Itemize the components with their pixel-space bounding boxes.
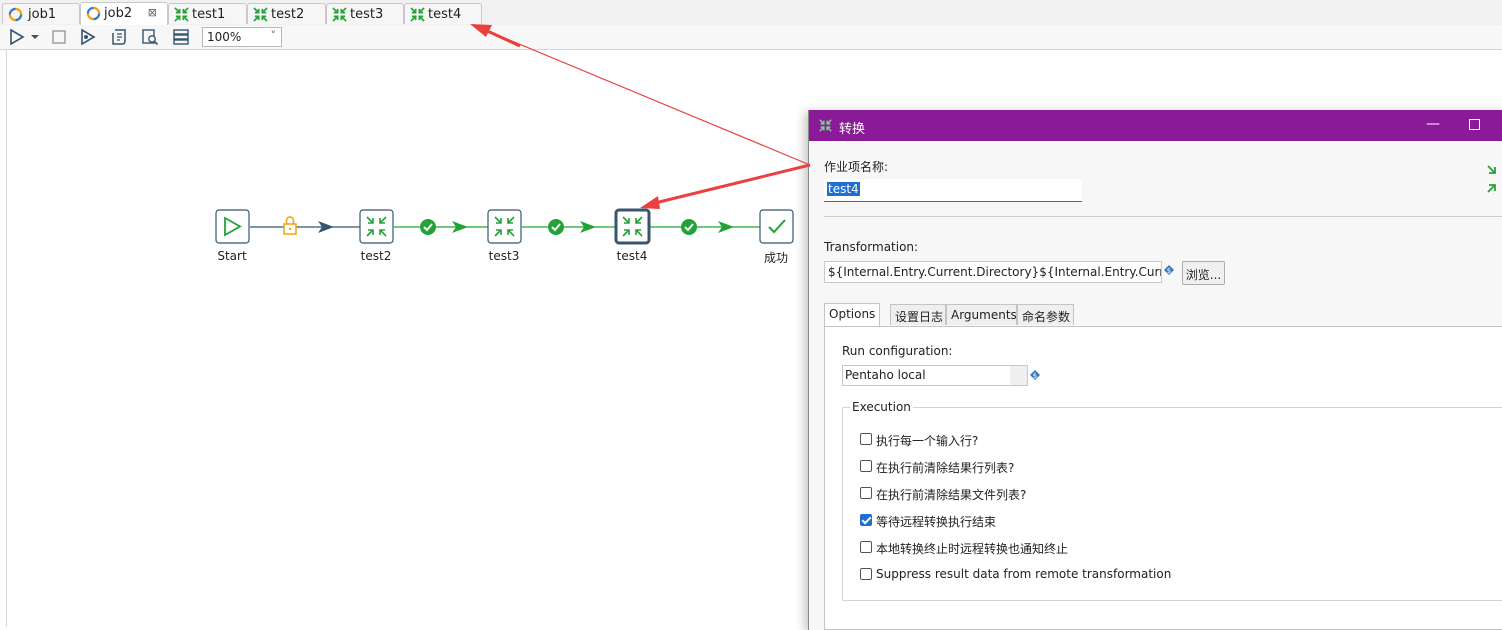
maximize-icon[interactable] — [1469, 119, 1480, 130]
svg-text:$: $ — [1167, 267, 1171, 275]
hop-test3-test4[interactable] — [522, 221, 616, 233]
checkbox[interactable] — [860, 460, 872, 472]
node-success[interactable] — [759, 209, 794, 244]
option-label: 等待远程转换执行结束 — [876, 515, 997, 529]
tab-logging[interactable]: 设置日志 — [890, 304, 946, 325]
checkbox[interactable] — [860, 487, 872, 499]
transformation-path-value: ${Internal.Entry.Current.Directory}${Int… — [828, 265, 1162, 279]
option-label: 本地转换终止时远程转换也通知终止 — [876, 542, 1069, 556]
svg-text:$: $ — [1033, 372, 1037, 380]
tab-named-parameters[interactable]: 命名参数 — [1017, 304, 1074, 325]
execution-group: Execution 执行每一个输入行? 在执行前清除结果行列表? 在执行前清除结… — [842, 400, 1502, 601]
transformation-icon — [1487, 165, 1496, 193]
browse-button[interactable]: 浏览... — [1182, 261, 1225, 285]
options-panel: Run configuration: Pentaho local $ Execu… — [824, 326, 1502, 630]
transformation-path-input[interactable]: ${Internal.Entry.Current.Directory}${Int… — [824, 261, 1162, 283]
execution-group-label: Execution — [850, 400, 913, 414]
option-label: 在执行前清除结果文件列表? — [876, 488, 1027, 502]
job-entry-name-input[interactable]: test4 — [824, 179, 1082, 202]
hop-test2-test3[interactable] — [394, 221, 488, 233]
node-test2[interactable] — [359, 209, 394, 244]
tab-options[interactable]: Options — [824, 303, 880, 326]
transformation-label: Transformation: — [824, 240, 919, 254]
dialog-title-bar[interactable]: 转换 — — [809, 110, 1502, 141]
hop-test4-success[interactable] — [650, 221, 760, 233]
node-start[interactable] — [215, 209, 250, 244]
job-entry-name-label: 作业项名称: — [824, 160, 889, 174]
dialog-body: 作业项名称: test4 Transformation: ${Internal.… — [809, 141, 1502, 630]
job-entry-name-value: test4 — [827, 182, 860, 196]
variable-icon[interactable]: $ — [1164, 265, 1174, 275]
transformation-dialog: 转换 — 作业项名称: test4 Transformation: ${Inte… — [808, 110, 1502, 630]
node-label: Start — [217, 249, 247, 263]
tab-arguments[interactable]: Arguments — [946, 304, 1017, 325]
option-label: Suppress result data from remote transfo… — [876, 567, 1172, 581]
variable-icon[interactable]: $ — [1030, 370, 1040, 380]
node-label: test2 — [360, 249, 392, 263]
run-config-value: Pentaho local — [845, 368, 926, 382]
transformation-icon — [819, 119, 832, 132]
divider — [824, 216, 1502, 217]
minimize-icon[interactable]: — — [1426, 116, 1440, 132]
success-check-icon — [420, 219, 436, 235]
option-label: 在执行前清除结果行列表? — [876, 461, 1015, 475]
checkbox[interactable] — [860, 433, 872, 445]
option-label: 执行每一个输入行? — [876, 434, 979, 448]
options-tab-container: Options 设置日志 Arguments 命名参数 Run configur… — [824, 303, 1502, 630]
node-label: test4 — [616, 249, 648, 263]
node-test3[interactable] — [487, 209, 522, 244]
success-check-icon — [548, 219, 564, 235]
dropdown-button[interactable] — [1010, 366, 1027, 385]
run-config-label: Run configuration: — [842, 344, 953, 358]
lock-icon — [283, 216, 297, 235]
checkbox[interactable] — [860, 541, 872, 553]
run-config-select[interactable]: Pentaho local — [842, 365, 1028, 386]
success-check-icon — [681, 219, 697, 235]
node-test4[interactable] — [614, 208, 651, 245]
hop-start-test2[interactable] — [250, 221, 360, 233]
checkbox-checked[interactable] — [860, 514, 872, 526]
checkbox[interactable] — [860, 568, 872, 580]
node-label: test3 — [488, 249, 520, 263]
dialog-title: 转换 — [839, 122, 866, 137]
node-label: 成功 — [763, 251, 788, 265]
